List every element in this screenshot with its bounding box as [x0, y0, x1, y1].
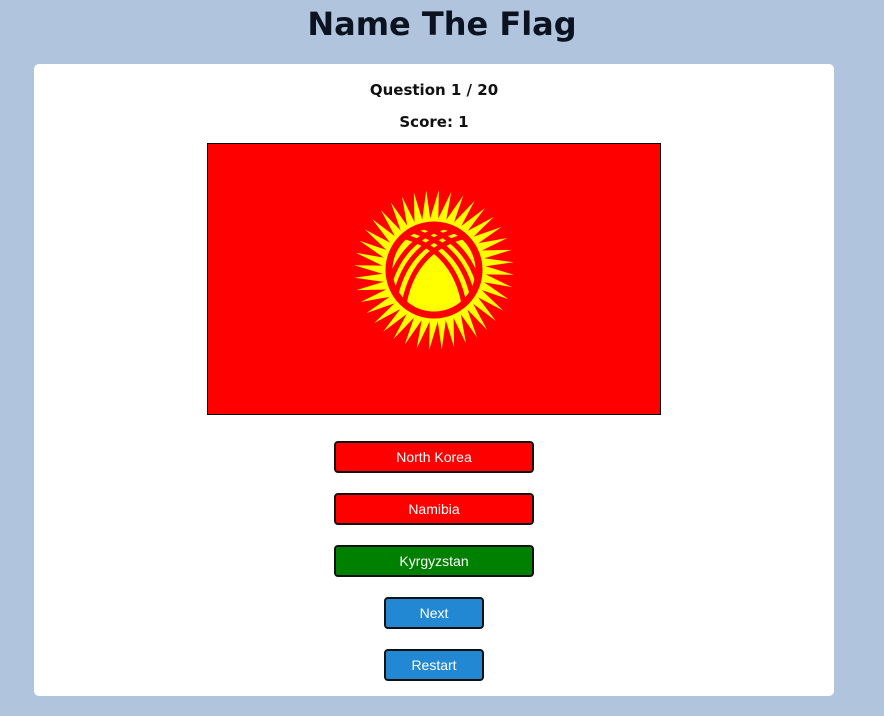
- answer-option-namibia[interactable]: Namibia: [334, 493, 534, 525]
- answer-option-kyrgyzstan[interactable]: Kyrgyzstan: [334, 545, 534, 577]
- question-counter: Question 1 / 20: [369, 81, 499, 99]
- score-display: Score: 1: [399, 113, 469, 131]
- kyrgyzstan-flag-icon: [208, 144, 660, 414]
- answer-option-north-korea[interactable]: North Korea: [334, 441, 534, 473]
- quiz-card: Question 1 / 20 Score: 1 North Korea Nam…: [34, 64, 834, 696]
- next-button[interactable]: Next: [384, 597, 484, 629]
- page-title: Name The Flag: [307, 5, 577, 43]
- restart-button[interactable]: Restart: [384, 649, 484, 681]
- flag-image: [207, 143, 661, 415]
